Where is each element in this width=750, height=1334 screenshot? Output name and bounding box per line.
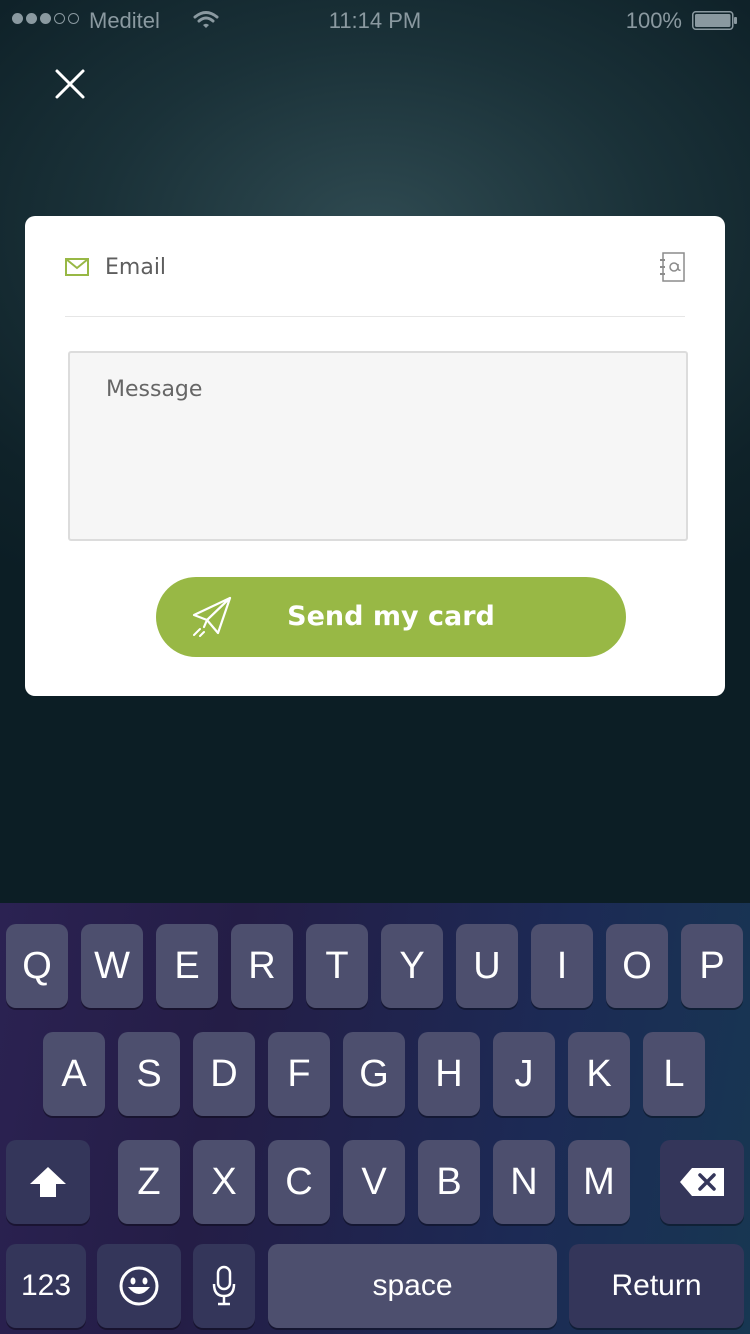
microphone-icon [212, 1265, 236, 1306]
key-label: H [435, 1052, 463, 1095]
key-label: I [556, 944, 568, 987]
address-book-icon[interactable] [659, 252, 685, 282]
key-label: P [699, 944, 725, 987]
key-label: O [622, 944, 652, 987]
key-y[interactable]: Y [381, 924, 443, 1008]
key-label: M [583, 1160, 615, 1203]
key-n[interactable]: N [493, 1140, 555, 1224]
send-card-form: Send my card [25, 216, 725, 696]
key-label: G [359, 1052, 389, 1095]
key-label: W [94, 944, 130, 987]
key-w[interactable]: W [81, 924, 143, 1008]
key-v[interactable]: V [343, 1140, 405, 1224]
key-m[interactable]: M [568, 1140, 630, 1224]
key-q[interactable]: Q [6, 924, 68, 1008]
key-k[interactable]: K [568, 1032, 630, 1116]
key-label: D [210, 1052, 238, 1095]
send-card-button[interactable]: Send my card [156, 577, 626, 657]
key-label: C [285, 1160, 313, 1203]
key-u[interactable]: U [456, 924, 518, 1008]
status-bar: Meditel 11:14 PM 100% [0, 0, 750, 40]
paper-plane-icon [192, 596, 232, 637]
numbers-key[interactable]: 123 [6, 1244, 86, 1328]
key-label: L [663, 1052, 685, 1095]
key-a[interactable]: A [43, 1032, 105, 1116]
key-label: R [248, 944, 276, 987]
close-button[interactable] [48, 62, 92, 106]
key-label: E [174, 944, 200, 987]
key-label: A [61, 1052, 87, 1095]
key-x[interactable]: X [193, 1140, 255, 1224]
key-label: S [136, 1052, 162, 1095]
emoji-key[interactable] [97, 1244, 181, 1328]
battery-icon [692, 11, 737, 30]
key-j[interactable]: J [493, 1032, 555, 1116]
keyboard: 123 space Return QW E R T Y U I O P A S D F G H J K L Z X C [0, 903, 750, 1334]
key-label: F [287, 1052, 311, 1095]
key-label: Y [399, 944, 425, 987]
dictation-key[interactable] [193, 1244, 255, 1328]
email-input[interactable] [105, 248, 625, 286]
key-c[interactable]: C [268, 1140, 330, 1224]
key-h[interactable]: H [418, 1032, 480, 1116]
key-e[interactable]: E [156, 924, 218, 1008]
key-o[interactable]: O [606, 924, 668, 1008]
shift-icon [30, 1167, 66, 1197]
key-label: N [510, 1160, 538, 1203]
key-label: B [436, 1160, 462, 1203]
mail-icon [65, 258, 89, 276]
message-textarea[interactable] [68, 351, 688, 541]
key-r[interactable]: R [231, 924, 293, 1008]
key-label: K [586, 1052, 612, 1095]
key-label: Q [22, 944, 52, 987]
backspace-icon [680, 1168, 724, 1196]
key-label: Z [137, 1160, 161, 1203]
key-f[interactable]: F [268, 1032, 330, 1116]
key-z[interactable]: Z [118, 1140, 180, 1224]
close-icon [55, 69, 85, 99]
send-card-label: Send my card [287, 601, 495, 632]
key-label: T [325, 944, 349, 987]
return-key[interactable]: Return [569, 1244, 744, 1328]
email-field-row [65, 244, 685, 317]
key-g[interactable]: G [343, 1032, 405, 1116]
key-i[interactable]: I [531, 924, 593, 1008]
space-key[interactable]: space [268, 1244, 557, 1328]
key-s[interactable]: S [118, 1032, 180, 1116]
key-t[interactable]: T [306, 924, 368, 1008]
key-l[interactable]: L [643, 1032, 705, 1116]
shift-key[interactable] [6, 1140, 90, 1224]
key-d[interactable]: D [193, 1032, 255, 1116]
backspace-key[interactable] [660, 1140, 744, 1224]
emoji-icon [119, 1266, 159, 1306]
battery-percent: 100% [625, 8, 682, 33]
key-label: U [473, 944, 501, 987]
key-label: J [514, 1052, 534, 1095]
key-label: X [211, 1160, 237, 1203]
key-p[interactable]: P [681, 924, 743, 1008]
key-label: V [361, 1160, 387, 1203]
key-b[interactable]: B [418, 1140, 480, 1224]
